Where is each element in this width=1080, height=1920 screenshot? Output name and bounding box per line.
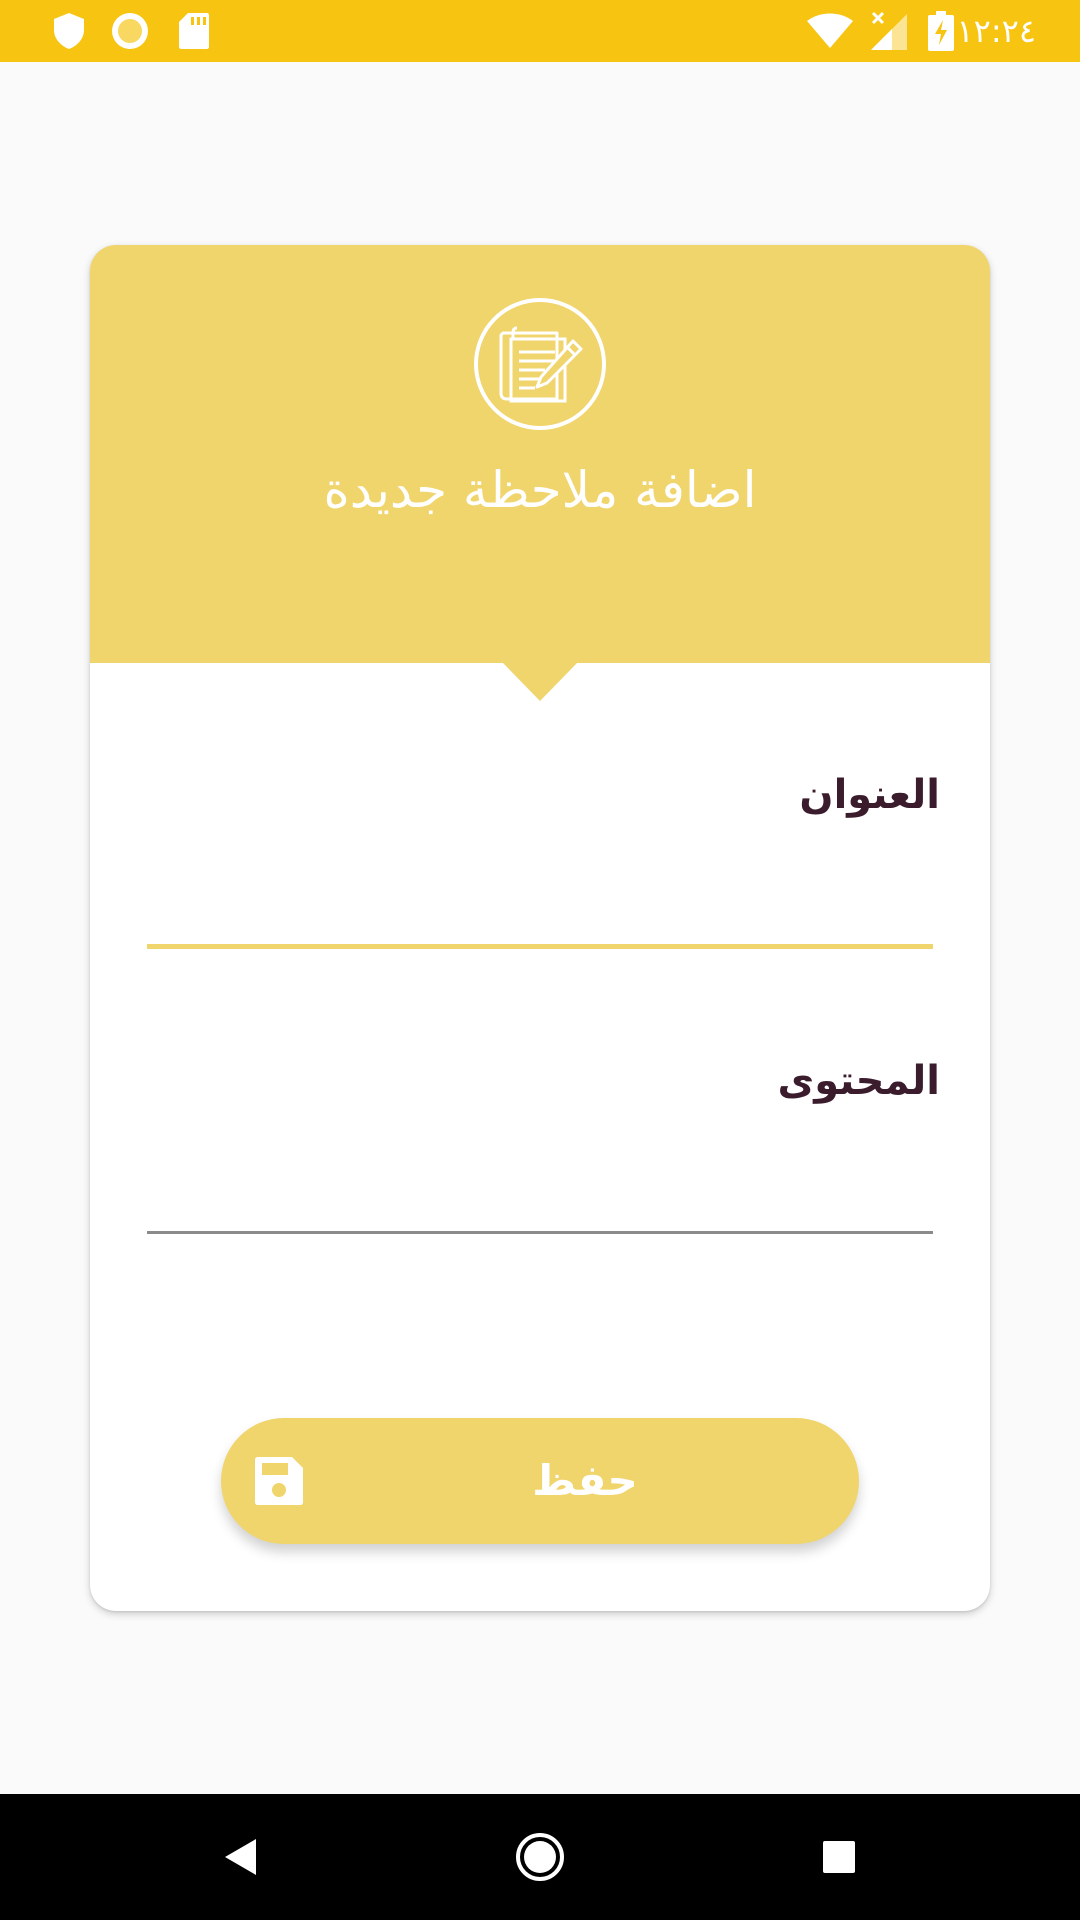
content-input[interactable] — [147, 1158, 933, 1228]
page-title: اضافة ملاحظة جديدة — [323, 461, 757, 519]
recents-button[interactable] — [804, 1794, 874, 1920]
save-button[interactable]: حفظ — [221, 1418, 859, 1544]
title-label: العنوان — [799, 772, 940, 818]
wifi-icon — [806, 0, 854, 62]
content-underline — [147, 1231, 933, 1234]
sun-icon — [110, 0, 150, 62]
sd-card-icon — [178, 0, 210, 62]
home-icon — [516, 1833, 564, 1881]
navigation-bar — [0, 1794, 1080, 1920]
status-time: ١٢:٢٤ — [956, 12, 1036, 50]
back-button[interactable] — [205, 1794, 275, 1920]
save-button-label: حفظ — [532, 1456, 638, 1505]
back-icon — [225, 1839, 256, 1875]
home-button[interactable] — [505, 1794, 575, 1920]
battery-charging-icon — [928, 0, 954, 62]
recents-icon — [823, 1841, 855, 1873]
header-pointer — [503, 663, 577, 701]
content-label: المحتوى — [777, 1058, 940, 1104]
title-underline — [147, 944, 933, 949]
signal-icon — [870, 0, 908, 62]
status-bar: ١٢:٢٤ — [0, 0, 1080, 62]
title-input[interactable] — [147, 873, 933, 943]
card-header — [90, 245, 990, 663]
shield-icon — [52, 0, 86, 62]
floppy-disk-icon — [254, 1456, 304, 1506]
note-edit-icon — [473, 297, 607, 431]
